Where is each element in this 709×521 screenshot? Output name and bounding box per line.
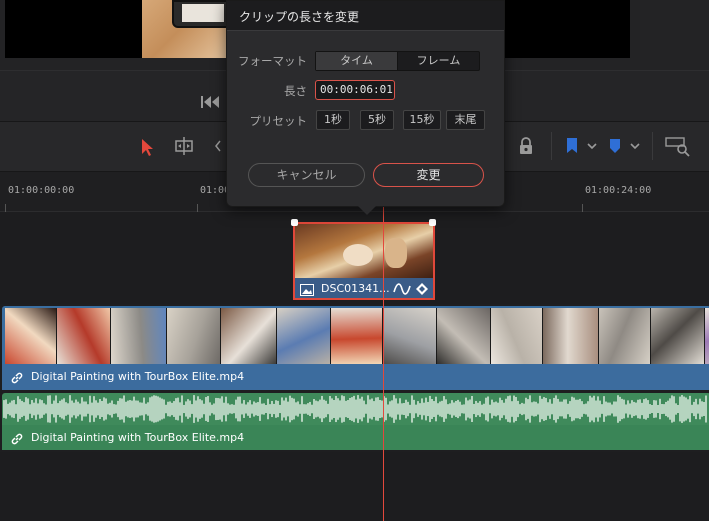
preset-1s-button[interactable]: 1秒 bbox=[316, 110, 350, 130]
link-icon bbox=[10, 431, 24, 450]
clip-name: Digital Painting with TourBox Elite.mp4 bbox=[31, 431, 245, 444]
change-clip-duration-dialog: クリップの長さを変更 フォーマット タイム フレーム 長さ 00:00:06:0… bbox=[226, 0, 505, 207]
filmstrip-frame bbox=[543, 308, 599, 364]
format-option-time[interactable]: タイム bbox=[316, 52, 397, 70]
image-icon bbox=[300, 281, 314, 300]
timecode-label: 01:00:00:00 bbox=[8, 185, 75, 196]
filmstrip-frame bbox=[705, 308, 709, 364]
viewer-preview-image bbox=[142, 0, 234, 58]
lock-icon[interactable] bbox=[514, 134, 538, 158]
skip-to-start-icon[interactable] bbox=[200, 95, 220, 109]
timecode-label: 01:00:24:00 bbox=[585, 185, 652, 196]
format-label: フォーマット bbox=[238, 54, 307, 68]
dialog-pointer bbox=[358, 206, 376, 215]
link-icon bbox=[10, 370, 24, 389]
cancel-button[interactable]: キャンセル bbox=[248, 163, 365, 187]
filmstrip-frame bbox=[111, 308, 167, 364]
clip-name: DSC01341... bbox=[321, 282, 390, 295]
fx-curve-icon[interactable] bbox=[393, 281, 411, 300]
preset-label: プリセット bbox=[249, 114, 308, 128]
trim-handle[interactable] bbox=[291, 219, 298, 226]
audio-waveform bbox=[3, 395, 707, 423]
clip-name: Digital Painting with TourBox Elite.mp4 bbox=[31, 370, 245, 383]
confirm-button[interactable]: 変更 bbox=[373, 163, 484, 187]
filmstrip-frame bbox=[57, 308, 111, 364]
trim-handle[interactable] bbox=[429, 219, 436, 226]
filmstrip-frame bbox=[167, 308, 221, 364]
video-clip[interactable]: Digital Painting with TourBox Elite.mp4 bbox=[2, 306, 709, 390]
dialog-title: クリップの長さを変更 bbox=[239, 10, 360, 24]
filmstrip-frame bbox=[651, 308, 705, 364]
keyframe-icon[interactable] bbox=[415, 281, 429, 300]
filmstrip-frame bbox=[383, 308, 437, 364]
preset-5s-button[interactable]: 5秒 bbox=[360, 110, 394, 130]
empty-track-area bbox=[0, 452, 709, 521]
filmstrip-frame bbox=[491, 308, 543, 364]
trim-icon[interactable] bbox=[172, 134, 196, 158]
playhead[interactable] bbox=[383, 172, 384, 521]
video-filmstrip bbox=[5, 308, 709, 364]
zoom-icon[interactable] bbox=[664, 134, 692, 158]
still-image-clip[interactable]: DSC01341... bbox=[293, 222, 435, 300]
clip-thumbnail bbox=[295, 224, 433, 278]
filmstrip-frame bbox=[277, 308, 331, 364]
preset-end-button[interactable]: 末尾 bbox=[446, 110, 485, 130]
format-segmented-control: タイム フレーム bbox=[315, 51, 480, 71]
filmstrip-frame bbox=[221, 308, 277, 364]
filmstrip-frame bbox=[331, 308, 383, 364]
filmstrip-frame bbox=[5, 308, 57, 364]
length-label: 長さ bbox=[284, 84, 307, 98]
chevron-down-icon[interactable] bbox=[580, 134, 604, 158]
filmstrip-frame bbox=[437, 308, 491, 364]
length-input[interactable]: 00:00:06:01 bbox=[315, 80, 395, 100]
preset-15s-button[interactable]: 15秒 bbox=[403, 110, 441, 130]
filmstrip-frame bbox=[599, 308, 651, 364]
format-option-frame[interactable]: フレーム bbox=[397, 52, 479, 70]
selection-arrow-icon[interactable] bbox=[134, 134, 158, 158]
audio-clip[interactable]: Digital Painting with TourBox Elite.mp4 bbox=[2, 393, 709, 450]
chevron-down-icon[interactable] bbox=[623, 134, 647, 158]
